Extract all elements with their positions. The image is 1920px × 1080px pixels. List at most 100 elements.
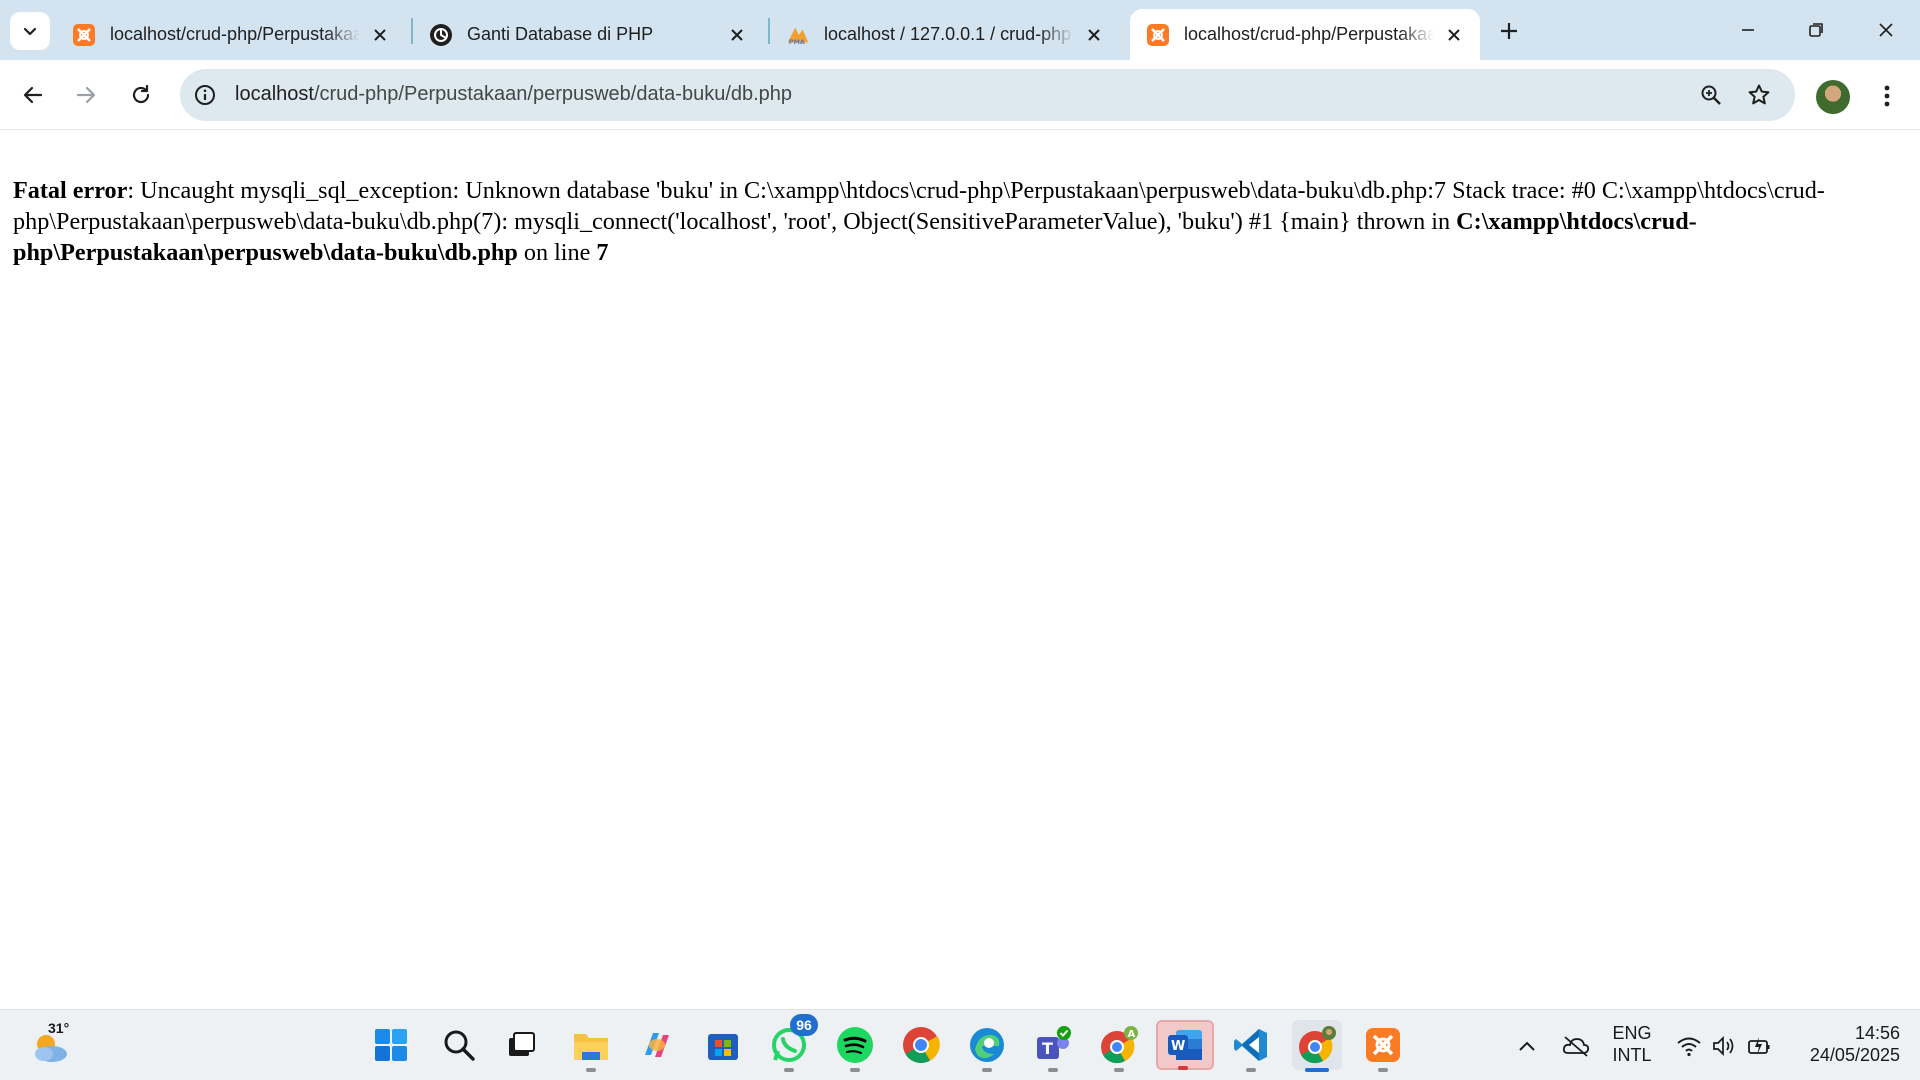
arrow-left-icon [23, 86, 43, 104]
close-icon [374, 28, 386, 41]
bookmark-star-icon[interactable] [1745, 81, 1773, 109]
plus-icon [1501, 23, 1517, 39]
url-host: localhost [235, 83, 314, 105]
chatgpt-icon [429, 23, 453, 47]
start-button[interactable] [366, 1020, 416, 1070]
close-icon [731, 28, 743, 41]
svg-text:PMA: PMA [789, 38, 805, 46]
task-view-icon [509, 1032, 535, 1056]
copilot-icon [645, 1033, 669, 1057]
taskbar-teams[interactable]: T [1028, 1020, 1078, 1072]
taskbar-whatsapp[interactable]: 96 [764, 1014, 818, 1072]
chrome-active-icon [1299, 1026, 1336, 1064]
error-line-number: 7 [596, 239, 609, 266]
volume-tray[interactable] [1708, 1024, 1738, 1068]
browser-menu-button[interactable] [1872, 76, 1902, 116]
arrow-right-icon [76, 86, 96, 104]
task-view-button[interactable] [496, 1020, 546, 1070]
xampp-icon [72, 23, 96, 47]
tab-close-button[interactable] [725, 23, 749, 47]
tab-chatgpt[interactable]: Ganti Database di PHP [413, 9, 763, 60]
profile-avatar[interactable] [1816, 80, 1850, 114]
battery-tray[interactable] [1744, 1024, 1774, 1068]
svg-text:A: A [1128, 1029, 1136, 1040]
tab-title: localhost/crud-php/Perpustakaan/perpuswe… [1184, 24, 1434, 44]
tab-phpmyadmin[interactable]: PMA localhost / 127.0.0.1 / crud-php / p… [770, 9, 1120, 60]
language-code: ENG [1612, 1023, 1652, 1043]
new-tab-button[interactable] [1494, 16, 1524, 46]
url-path: /crud-php/Perpustakaan/perpusweb/data-bu… [313, 83, 793, 105]
input-language[interactable]: ENG INTL [1600, 1022, 1664, 1066]
search-button[interactable] [434, 1020, 484, 1070]
taskbar-file-explorer[interactable] [566, 1020, 616, 1072]
onedrive-tray[interactable] [1556, 1024, 1596, 1068]
taskbar-word[interactable]: W [1156, 1020, 1214, 1070]
zoom-icon[interactable] [1697, 81, 1725, 109]
close-icon [1088, 28, 1100, 41]
phpmyadmin-icon: PMA [786, 23, 810, 47]
network-tray[interactable] [1672, 1024, 1706, 1068]
more-vertical-icon [1884, 85, 1890, 107]
vscode-icon [1234, 1029, 1267, 1061]
notification-badge: 96 [790, 1014, 818, 1036]
tab-close-button[interactable] [368, 23, 392, 47]
minimize-button[interactable] [1728, 12, 1768, 48]
taskbar-chrome-profile[interactable]: A [1094, 1020, 1144, 1072]
word-icon: W [1168, 1030, 1202, 1060]
edge-icon [970, 1028, 1004, 1062]
site-info-icon[interactable] [192, 82, 218, 108]
page-content: Fatal error: Uncaught mysqli_sql_excepti… [0, 131, 1920, 1009]
taskbar: 31° 96 T A W ENG INTL 14:56 24/05/2025 [0, 1009, 1920, 1080]
running-indicator [1246, 1068, 1256, 1072]
running-indicator [1114, 1068, 1124, 1072]
taskbar-copilot[interactable] [632, 1020, 682, 1070]
forward-button[interactable] [66, 75, 106, 115]
tab-xampp-1[interactable]: localhost/crud-php/Perpustakaan/perpuswe… [56, 9, 406, 60]
address-bar[interactable]: localhost/crud-php/Perpustakaan/perpuswe… [180, 69, 1795, 121]
wifi-icon [1677, 1037, 1701, 1057]
restore-button[interactable] [1796, 12, 1836, 48]
weather-widget[interactable]: 31° [28, 1020, 72, 1066]
close-icon [1448, 28, 1460, 41]
taskbar-xampp[interactable] [1358, 1020, 1408, 1072]
teams-icon: T [1037, 1026, 1071, 1059]
clock-time: 14:56 [1854, 1023, 1900, 1043]
tab-search-button[interactable] [10, 12, 50, 50]
tab-close-button[interactable] [1082, 23, 1106, 47]
file-explorer-icon [574, 1034, 608, 1060]
taskbar-edge[interactable] [962, 1020, 1012, 1072]
svg-text:T: T [1042, 1039, 1053, 1058]
running-indicator [784, 1068, 794, 1072]
restore-icon [1809, 23, 1823, 37]
svg-text:W: W [1171, 1039, 1185, 1054]
xampp-icon [1146, 23, 1170, 47]
running-indicator [1305, 1068, 1329, 1072]
tab-title: localhost / 127.0.0.1 / crud-php / phpMy… [824, 24, 1074, 44]
show-hidden-icons-button[interactable] [1514, 1024, 1540, 1068]
reload-button[interactable] [121, 75, 161, 115]
close-window-button[interactable] [1866, 12, 1906, 48]
system-clock[interactable]: 14:56 24/05/2025 [1790, 1022, 1900, 1066]
taskbar-chrome[interactable] [896, 1020, 946, 1070]
running-indicator [1048, 1068, 1058, 1072]
weather-temperature: 31° [48, 1020, 70, 1036]
browser-toolbar: localhost/crud-php/Perpustakaan/perpuswe… [0, 60, 1920, 130]
url-text[interactable]: localhost/crud-php/Perpustakaan/perpuswe… [235, 83, 792, 106]
taskbar-spotify[interactable] [830, 1020, 880, 1072]
battery-charging-icon [1748, 1037, 1770, 1055]
tab-strip: localhost/crud-php/Perpustakaan/perpuswe… [0, 0, 1920, 60]
running-indicator [586, 1068, 596, 1072]
taskbar-microsoft-store[interactable] [698, 1020, 748, 1070]
chevron-down-icon [23, 27, 37, 36]
close-icon [1879, 23, 1893, 37]
taskbar-chrome-active[interactable] [1292, 1020, 1342, 1072]
tab-close-button[interactable] [1442, 23, 1466, 47]
taskbar-vscode[interactable] [1226, 1020, 1276, 1072]
back-button[interactable] [13, 75, 53, 115]
tab-xampp-active[interactable]: localhost/crud-php/Perpustakaan/perpuswe… [1130, 9, 1480, 60]
php-fatal-error: Fatal error: Uncaught mysqli_sql_excepti… [13, 175, 1908, 268]
running-indicator [1378, 1068, 1388, 1072]
clock-date: 24/05/2025 [1809, 1045, 1900, 1065]
running-indicator [982, 1068, 992, 1072]
keyboard-layout: INTL [1612, 1045, 1652, 1065]
